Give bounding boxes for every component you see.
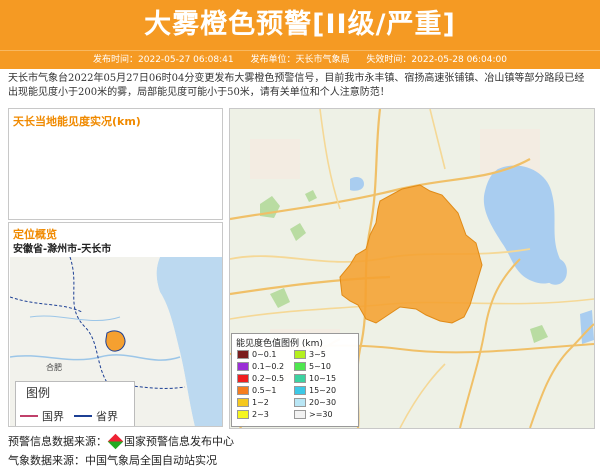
legend-item-province-border: 省界 bbox=[74, 408, 118, 424]
warning-description: 天长市气象台2022年05月27日06时04分变更发布大雾橙色预警信号，目前我市… bbox=[8, 73, 585, 98]
legend-item-vis-3: 0.5~1 bbox=[237, 386, 277, 395]
expire-time: 失效时间：2022-05-28 06:04:00 bbox=[366, 55, 507, 65]
legend-item-vis-9: 15~20 bbox=[294, 386, 336, 395]
data-sources: 预警信息数据来源： 国家预警信息发布中心 气象数据来源： 中国气象局全国自动站实… bbox=[8, 432, 234, 470]
publish-time: 发布时间：2022-05-27 06:08:41 bbox=[93, 55, 234, 65]
national-border-swatch bbox=[20, 415, 38, 417]
province-border-swatch bbox=[74, 415, 92, 417]
legend-item-vis-7: 5~10 bbox=[294, 362, 331, 371]
legend-item-vis-6: 3~5 bbox=[294, 350, 326, 359]
overview-legend: 图例 国界 省界 bbox=[15, 381, 135, 426]
publisher: 发布单位：天长市气象局 bbox=[250, 55, 350, 65]
warning-title: 大雾橙色预警[II级/严重] bbox=[144, 9, 456, 40]
warning-header: 大雾橙色预警[II级/严重] bbox=[0, 0, 600, 50]
weather-source-value: 中国气象局全国自动站实况 bbox=[85, 454, 217, 467]
legend-item-vis-1: 0.1~0.2 bbox=[237, 362, 284, 371]
overview-legend-title: 图例 bbox=[26, 386, 51, 400]
legend-item-vis-2: 0.2~0.5 bbox=[237, 374, 284, 383]
location-region: 安徽省-滁州市-天长市 bbox=[13, 244, 112, 255]
legend-item-vis-8: 10~15 bbox=[294, 374, 336, 383]
minimap-label-hefei: 合肥 bbox=[46, 362, 62, 372]
legend-item-vis-4: 1~2 bbox=[237, 398, 269, 407]
warning-source-label: 预警信息数据来源： bbox=[8, 435, 107, 448]
weather-source-line: 气象数据来源： 中国气象局全国自动站实况 bbox=[8, 451, 234, 470]
legend-item-national-border: 国界 bbox=[20, 408, 64, 424]
nmc-logo-icon bbox=[107, 433, 124, 450]
visibility-color-legend: 能见度色值图例 (km) 0~0.1 0.1~0.2 0.2~0.5 0.5~1… bbox=[231, 333, 359, 427]
visibility-legend-title: 能见度色值图例 (km) bbox=[236, 339, 323, 349]
warning-source-line: 预警信息数据来源： 国家预警信息发布中心 bbox=[8, 432, 234, 451]
legend-item-vis-5: 2~3 bbox=[237, 410, 269, 419]
warning-source-link[interactable]: 国家预警信息发布中心 bbox=[124, 432, 234, 451]
legend-item-vis-11: >=30 bbox=[294, 410, 333, 419]
location-panel: 定位概览 安徽省-滁州市-天长市 合肥 图例 国界 省界 bbox=[8, 222, 223, 427]
legend-item-vis-0: 0~0.1 bbox=[237, 350, 277, 359]
warning-info-bar: 发布时间：2022-05-27 06:08:41 发布单位：天长市气象局 失效时… bbox=[0, 50, 600, 69]
visibility-panel-title: 天长当地能见度实况(km) bbox=[13, 115, 141, 128]
weather-source-label: 气象数据来源： bbox=[8, 454, 85, 467]
visibility-panel: 天长当地能见度实况(km) bbox=[8, 108, 223, 220]
legend-item-vis-10: 20~30 bbox=[294, 398, 336, 407]
